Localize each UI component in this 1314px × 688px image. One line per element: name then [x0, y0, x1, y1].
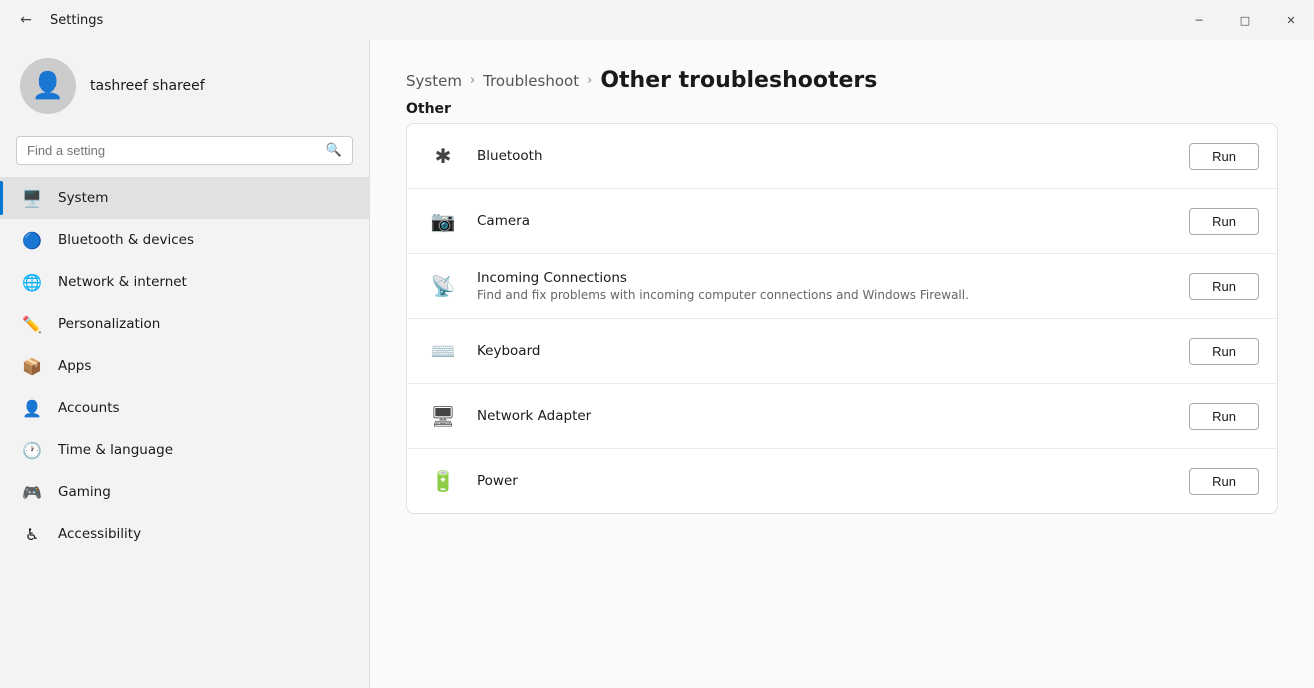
sidebar-item-system[interactable]: 🖥️ System [0, 177, 369, 219]
breadcrumb-sep-2: › [587, 73, 592, 88]
network-icon: 🌐 [20, 270, 44, 294]
apps-icon: 📦 [20, 354, 44, 378]
item-text: Network Adapter [477, 408, 1173, 424]
sidebar-item-label: Time & language [58, 442, 353, 458]
sidebar-item-bluetooth[interactable]: 🔵 Bluetooth & devices [0, 219, 369, 261]
breadcrumb-troubleshoot[interactable]: Troubleshoot [483, 72, 579, 90]
search-box[interactable]: 🔍 [16, 136, 353, 165]
app-body: 👤 tashreef shareef 🔍 🖥️ System 🔵 Bluetoo… [0, 40, 1314, 688]
breadcrumb: System › Troubleshoot › Other troublesho… [406, 68, 1278, 93]
titlebar-left: ← Settings [12, 6, 103, 34]
keyboard-run-button[interactable]: Run [1189, 338, 1259, 365]
item-text: Incoming Connections Find and fix proble… [477, 270, 1173, 302]
sidebar-item-gaming[interactable]: 🎮 Gaming [0, 471, 369, 513]
camera-run-button[interactable]: Run [1189, 208, 1259, 235]
sidebar-item-network[interactable]: 🌐 Network & internet [0, 261, 369, 303]
close-button[interactable]: ✕ [1268, 4, 1314, 36]
window-controls: ─ □ ✕ [1176, 4, 1314, 36]
item-text: Keyboard [477, 343, 1173, 359]
list-item: 🖥 Network Adapter Run [407, 384, 1277, 449]
item-name: Incoming Connections [477, 270, 1173, 286]
keyboard-troubleshoot-icon: ⌨️ [425, 333, 461, 369]
bluetooth-troubleshoot-icon: ✱ [425, 138, 461, 174]
system-icon: 🖥️ [20, 186, 44, 210]
breadcrumb-sep-1: › [470, 73, 475, 88]
sidebar-item-label: Bluetooth & devices [58, 232, 353, 248]
sidebar-item-label: Accessibility [58, 526, 353, 542]
item-text: Power [477, 473, 1173, 489]
main-content: System › Troubleshoot › Other troublesho… [370, 40, 1314, 688]
gaming-icon: 🎮 [20, 480, 44, 504]
titlebar: ← Settings ─ □ ✕ [0, 0, 1314, 40]
network-adapter-icon: 🖥 [425, 398, 461, 434]
accessibility-icon: ♿ [20, 522, 44, 546]
list-item: 🔋 Power Run [407, 449, 1277, 513]
item-name: Bluetooth [477, 148, 1173, 164]
power-troubleshoot-icon: 🔋 [425, 463, 461, 499]
list-item: 📡 Incoming Connections Find and fix prob… [407, 254, 1277, 319]
personalization-icon: ✏️ [20, 312, 44, 336]
incoming-connections-run-button[interactable]: Run [1189, 273, 1259, 300]
user-name: tashreef shareef [90, 78, 205, 94]
item-desc: Find and fix problems with incoming comp… [477, 288, 1173, 302]
list-item: ⌨️ Keyboard Run [407, 319, 1277, 384]
sidebar-item-personalization[interactable]: ✏️ Personalization [0, 303, 369, 345]
item-name: Power [477, 473, 1173, 489]
section-title: Other [406, 101, 1278, 117]
sidebar-item-accessibility[interactable]: ♿ Accessibility [0, 513, 369, 555]
accounts-icon: 👤 [20, 396, 44, 420]
item-text: Bluetooth [477, 148, 1173, 164]
sidebar-item-apps[interactable]: 📦 Apps [0, 345, 369, 387]
item-name: Network Adapter [477, 408, 1173, 424]
time-icon: 🕐 [20, 438, 44, 462]
network-adapter-run-button[interactable]: Run [1189, 403, 1259, 430]
troubleshooter-list: ✱ Bluetooth Run 📷 Camera Run 📡 Incoming … [406, 123, 1278, 514]
list-item: ✱ Bluetooth Run [407, 124, 1277, 189]
item-text: Camera [477, 213, 1173, 229]
item-name: Keyboard [477, 343, 1173, 359]
bluetooth-run-button[interactable]: Run [1189, 143, 1259, 170]
sidebar-item-accounts[interactable]: 👤 Accounts [0, 387, 369, 429]
item-name: Camera [477, 213, 1173, 229]
sidebar-item-label: Gaming [58, 484, 353, 500]
camera-troubleshoot-icon: 📷 [425, 203, 461, 239]
sidebar-item-label: Personalization [58, 316, 353, 332]
sidebar-item-label: Accounts [58, 400, 353, 416]
breadcrumb-system[interactable]: System [406, 72, 462, 90]
incoming-connections-icon: 📡 [425, 268, 461, 304]
power-run-button[interactable]: Run [1189, 468, 1259, 495]
page-title: Other troubleshooters [600, 68, 877, 93]
search-input[interactable] [27, 143, 318, 158]
maximize-button[interactable]: □ [1222, 4, 1268, 36]
back-button[interactable]: ← [12, 6, 40, 34]
sidebar: 👤 tashreef shareef 🔍 🖥️ System 🔵 Bluetoo… [0, 40, 370, 688]
minimize-button[interactable]: ─ [1176, 4, 1222, 36]
search-icon: 🔍 [326, 143, 342, 158]
sidebar-item-time[interactable]: 🕐 Time & language [0, 429, 369, 471]
app-title: Settings [50, 13, 103, 28]
list-item: 📷 Camera Run [407, 189, 1277, 254]
bluetooth-icon: 🔵 [20, 228, 44, 252]
avatar: 👤 [20, 58, 76, 114]
sidebar-item-label: Network & internet [58, 274, 353, 290]
user-section: 👤 tashreef shareef [0, 40, 369, 132]
sidebar-item-label: Apps [58, 358, 353, 374]
sidebar-item-label: System [58, 190, 353, 206]
